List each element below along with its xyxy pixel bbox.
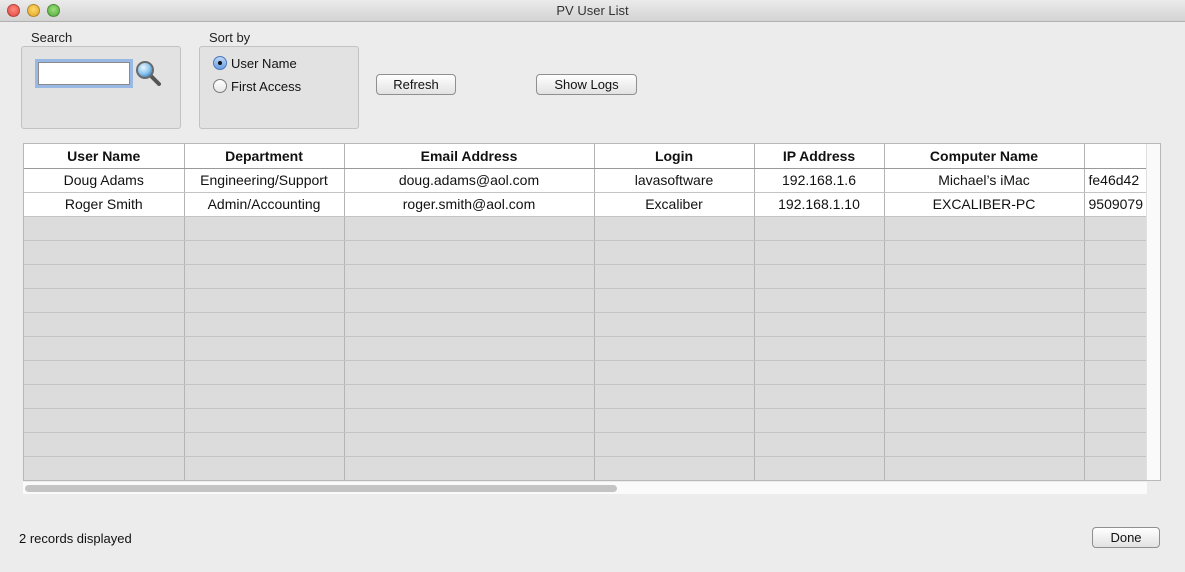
- empty-row: [24, 288, 1160, 313]
- empty-row: [24, 408, 1160, 433]
- empty-row: [24, 384, 1160, 409]
- search-group-label: Search: [31, 30, 73, 45]
- user-table-grid: User Name Department Email Address Login…: [24, 144, 1160, 480]
- empty-row: [24, 432, 1160, 457]
- cell-email-address: doug.adams@aol.com: [344, 168, 595, 193]
- sort-option-first-access[interactable]: First Access: [213, 79, 301, 94]
- table-row[interactable]: Doug Adams Engineering/Support doug.adam…: [24, 168, 1160, 193]
- radio-unselected-icon[interactable]: [213, 79, 227, 93]
- cell-department: Admin/Accounting: [184, 192, 345, 217]
- vertical-scrollbar[interactable]: [1146, 144, 1160, 480]
- refresh-button[interactable]: Refresh: [376, 74, 456, 95]
- sort-group-label: Sort by: [209, 30, 251, 45]
- show-logs-button[interactable]: Show Logs: [536, 74, 637, 95]
- cell-login: Excaliber: [594, 192, 755, 217]
- close-window-icon[interactable]: [7, 4, 20, 17]
- column-header-department[interactable]: Department: [184, 144, 345, 169]
- empty-row: [24, 336, 1160, 361]
- minimize-window-icon[interactable]: [27, 4, 40, 17]
- cell-computer-name: EXCALIBER-PC: [884, 192, 1085, 217]
- cell-ip-address: 192.168.1.6: [754, 168, 885, 193]
- cell-user-name: Doug Adams: [24, 168, 185, 193]
- records-status: 2 records displayed: [19, 531, 132, 546]
- empty-row: [24, 456, 1160, 480]
- cell-department: Engineering/Support: [184, 168, 345, 193]
- title-bar[interactable]: PV User List: [0, 0, 1185, 22]
- search-input[interactable]: [38, 62, 130, 85]
- table-row[interactable]: Roger Smith Admin/Accounting roger.smith…: [24, 192, 1160, 217]
- column-header-user-name[interactable]: User Name: [24, 144, 185, 169]
- cell-login: lavasoftware: [594, 168, 755, 193]
- cell-email-address: roger.smith@aol.com: [344, 192, 595, 217]
- column-header-email-address[interactable]: Email Address: [344, 144, 595, 169]
- zoom-window-icon[interactable]: [47, 4, 60, 17]
- radio-selected-icon[interactable]: [213, 56, 227, 70]
- column-header-ip-address[interactable]: IP Address: [754, 144, 885, 169]
- empty-row: [24, 264, 1160, 289]
- column-header-login[interactable]: Login: [594, 144, 755, 169]
- empty-row: [24, 216, 1160, 241]
- sort-option-label: First Access: [231, 79, 302, 94]
- window-title: PV User List: [556, 3, 629, 18]
- pv-user-list-window: PV User List Search Sort by User Name Fi…: [0, 0, 1185, 572]
- column-header-computer-name[interactable]: Computer Name: [884, 144, 1085, 169]
- empty-row: [24, 312, 1160, 337]
- done-button[interactable]: Done: [1092, 527, 1160, 548]
- sort-option-label: User Name: [231, 56, 297, 71]
- cell-user-name: Roger Smith: [24, 192, 185, 217]
- cell-ip-address: 192.168.1.10: [754, 192, 885, 217]
- cell-computer-name: Michael’s iMac: [884, 168, 1085, 193]
- horizontal-scrollbar[interactable]: [23, 482, 1147, 494]
- empty-row: [24, 360, 1160, 385]
- search-icon[interactable]: [135, 60, 161, 86]
- sort-option-user-name[interactable]: User Name: [213, 56, 297, 71]
- horizontal-scroll-thumb[interactable]: [25, 485, 617, 492]
- table-header-row: User Name Department Email Address Login…: [24, 144, 1160, 169]
- empty-row: [24, 240, 1160, 265]
- search-group: [21, 46, 181, 129]
- user-table[interactable]: User Name Department Email Address Login…: [23, 143, 1161, 481]
